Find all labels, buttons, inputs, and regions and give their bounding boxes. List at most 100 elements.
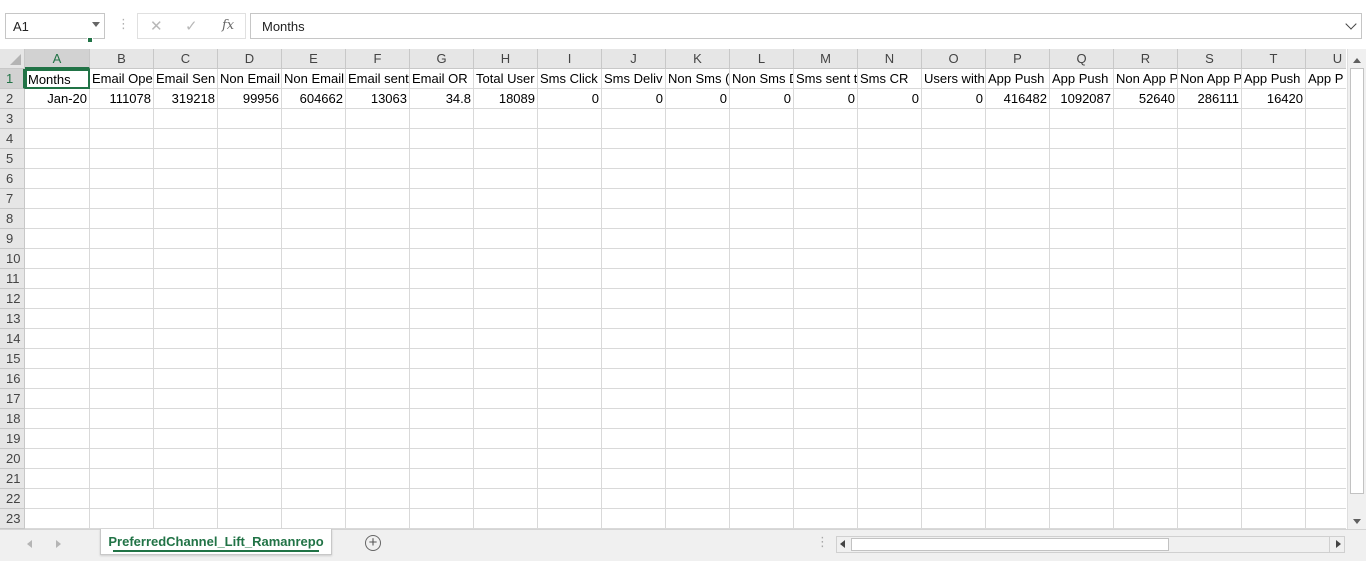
column-header-o[interactable]: O bbox=[922, 49, 986, 69]
cell-b22[interactable] bbox=[90, 489, 154, 509]
cell-l2[interactable]: 0 bbox=[730, 89, 794, 109]
cell-u17[interactable] bbox=[1306, 389, 1346, 409]
cell-i23[interactable] bbox=[538, 509, 602, 529]
cell-e1[interactable]: Non Email bbox=[282, 69, 346, 89]
cell-r9[interactable] bbox=[1114, 229, 1178, 249]
cell-k22[interactable] bbox=[666, 489, 730, 509]
cell-u6[interactable] bbox=[1306, 169, 1346, 189]
enter-icon[interactable]: ✓ bbox=[185, 17, 198, 35]
row-header-7[interactable]: 7 bbox=[0, 189, 25, 209]
cell-i8[interactable] bbox=[538, 209, 602, 229]
cell-e19[interactable] bbox=[282, 429, 346, 449]
cell-t22[interactable] bbox=[1242, 489, 1306, 509]
cell-c17[interactable] bbox=[154, 389, 218, 409]
cell-p9[interactable] bbox=[986, 229, 1050, 249]
add-sheet-icon[interactable]: + bbox=[365, 535, 381, 551]
cell-q8[interactable] bbox=[1050, 209, 1114, 229]
next-sheet-icon[interactable] bbox=[56, 540, 61, 548]
cell-j6[interactable] bbox=[602, 169, 666, 189]
cell-q9[interactable] bbox=[1050, 229, 1114, 249]
cell-c10[interactable] bbox=[154, 249, 218, 269]
cell-k3[interactable] bbox=[666, 109, 730, 129]
cell-h20[interactable] bbox=[474, 449, 538, 469]
select-all-button[interactable] bbox=[0, 49, 25, 69]
cell-q6[interactable] bbox=[1050, 169, 1114, 189]
cell-r20[interactable] bbox=[1114, 449, 1178, 469]
cell-b3[interactable] bbox=[90, 109, 154, 129]
cell-m6[interactable] bbox=[794, 169, 858, 189]
cell-p3[interactable] bbox=[986, 109, 1050, 129]
cell-k23[interactable] bbox=[666, 509, 730, 529]
cell-k7[interactable] bbox=[666, 189, 730, 209]
column-header-e[interactable]: E bbox=[282, 49, 346, 69]
cell-i20[interactable] bbox=[538, 449, 602, 469]
cell-i10[interactable] bbox=[538, 249, 602, 269]
cell-k21[interactable] bbox=[666, 469, 730, 489]
cell-a22[interactable] bbox=[25, 489, 90, 509]
cell-b10[interactable] bbox=[90, 249, 154, 269]
cell-i16[interactable] bbox=[538, 369, 602, 389]
cell-k9[interactable] bbox=[666, 229, 730, 249]
cell-g12[interactable] bbox=[410, 289, 474, 309]
cell-j5[interactable] bbox=[602, 149, 666, 169]
cell-d6[interactable] bbox=[218, 169, 282, 189]
cell-q22[interactable] bbox=[1050, 489, 1114, 509]
cell-i7[interactable] bbox=[538, 189, 602, 209]
row-header-15[interactable]: 15 bbox=[0, 349, 25, 369]
cell-h11[interactable] bbox=[474, 269, 538, 289]
cell-k13[interactable] bbox=[666, 309, 730, 329]
cell-f4[interactable] bbox=[346, 129, 410, 149]
cell-o10[interactable] bbox=[922, 249, 986, 269]
column-header-n[interactable]: N bbox=[858, 49, 922, 69]
cell-m10[interactable] bbox=[794, 249, 858, 269]
cell-b17[interactable] bbox=[90, 389, 154, 409]
cell-a21[interactable] bbox=[25, 469, 90, 489]
cell-o1[interactable]: Users with bbox=[922, 69, 986, 89]
cell-m18[interactable] bbox=[794, 409, 858, 429]
cell-h9[interactable] bbox=[474, 229, 538, 249]
cell-g8[interactable] bbox=[410, 209, 474, 229]
cell-c21[interactable] bbox=[154, 469, 218, 489]
column-header-u[interactable]: U bbox=[1306, 49, 1346, 69]
row-header-13[interactable]: 13 bbox=[0, 309, 25, 329]
tab-splitter-icon[interactable]: ⋮ bbox=[816, 534, 829, 550]
cell-a4[interactable] bbox=[25, 129, 90, 149]
cell-g1[interactable]: Email OR bbox=[410, 69, 474, 89]
cell-j10[interactable] bbox=[602, 249, 666, 269]
cell-l21[interactable] bbox=[730, 469, 794, 489]
cell-j18[interactable] bbox=[602, 409, 666, 429]
cell-p2[interactable]: 416482 bbox=[986, 89, 1050, 109]
cell-e5[interactable] bbox=[282, 149, 346, 169]
cell-m22[interactable] bbox=[794, 489, 858, 509]
cell-p18[interactable] bbox=[986, 409, 1050, 429]
cell-f2[interactable]: 13063 bbox=[346, 89, 410, 109]
cell-q11[interactable] bbox=[1050, 269, 1114, 289]
cell-l16[interactable] bbox=[730, 369, 794, 389]
cell-o12[interactable] bbox=[922, 289, 986, 309]
column-header-g[interactable]: G bbox=[410, 49, 474, 69]
cell-f1[interactable]: Email sent bbox=[346, 69, 410, 89]
cell-u5[interactable] bbox=[1306, 149, 1346, 169]
cell-t14[interactable] bbox=[1242, 329, 1306, 349]
cell-g13[interactable] bbox=[410, 309, 474, 329]
cell-q1[interactable]: App Push bbox=[1050, 69, 1114, 89]
cell-i14[interactable] bbox=[538, 329, 602, 349]
column-header-b[interactable]: B bbox=[90, 49, 154, 69]
cell-m17[interactable] bbox=[794, 389, 858, 409]
cell-s17[interactable] bbox=[1178, 389, 1242, 409]
cell-d10[interactable] bbox=[218, 249, 282, 269]
cell-i17[interactable] bbox=[538, 389, 602, 409]
cell-k12[interactable] bbox=[666, 289, 730, 309]
cell-a6[interactable] bbox=[25, 169, 90, 189]
cell-a12[interactable] bbox=[25, 289, 90, 309]
cell-d18[interactable] bbox=[218, 409, 282, 429]
cell-i6[interactable] bbox=[538, 169, 602, 189]
cell-p15[interactable] bbox=[986, 349, 1050, 369]
cell-s10[interactable] bbox=[1178, 249, 1242, 269]
cell-c1[interactable]: Email Sen bbox=[154, 69, 218, 89]
cell-j23[interactable] bbox=[602, 509, 666, 529]
cell-a9[interactable] bbox=[25, 229, 90, 249]
cell-m14[interactable] bbox=[794, 329, 858, 349]
cell-m23[interactable] bbox=[794, 509, 858, 529]
cell-u18[interactable] bbox=[1306, 409, 1346, 429]
